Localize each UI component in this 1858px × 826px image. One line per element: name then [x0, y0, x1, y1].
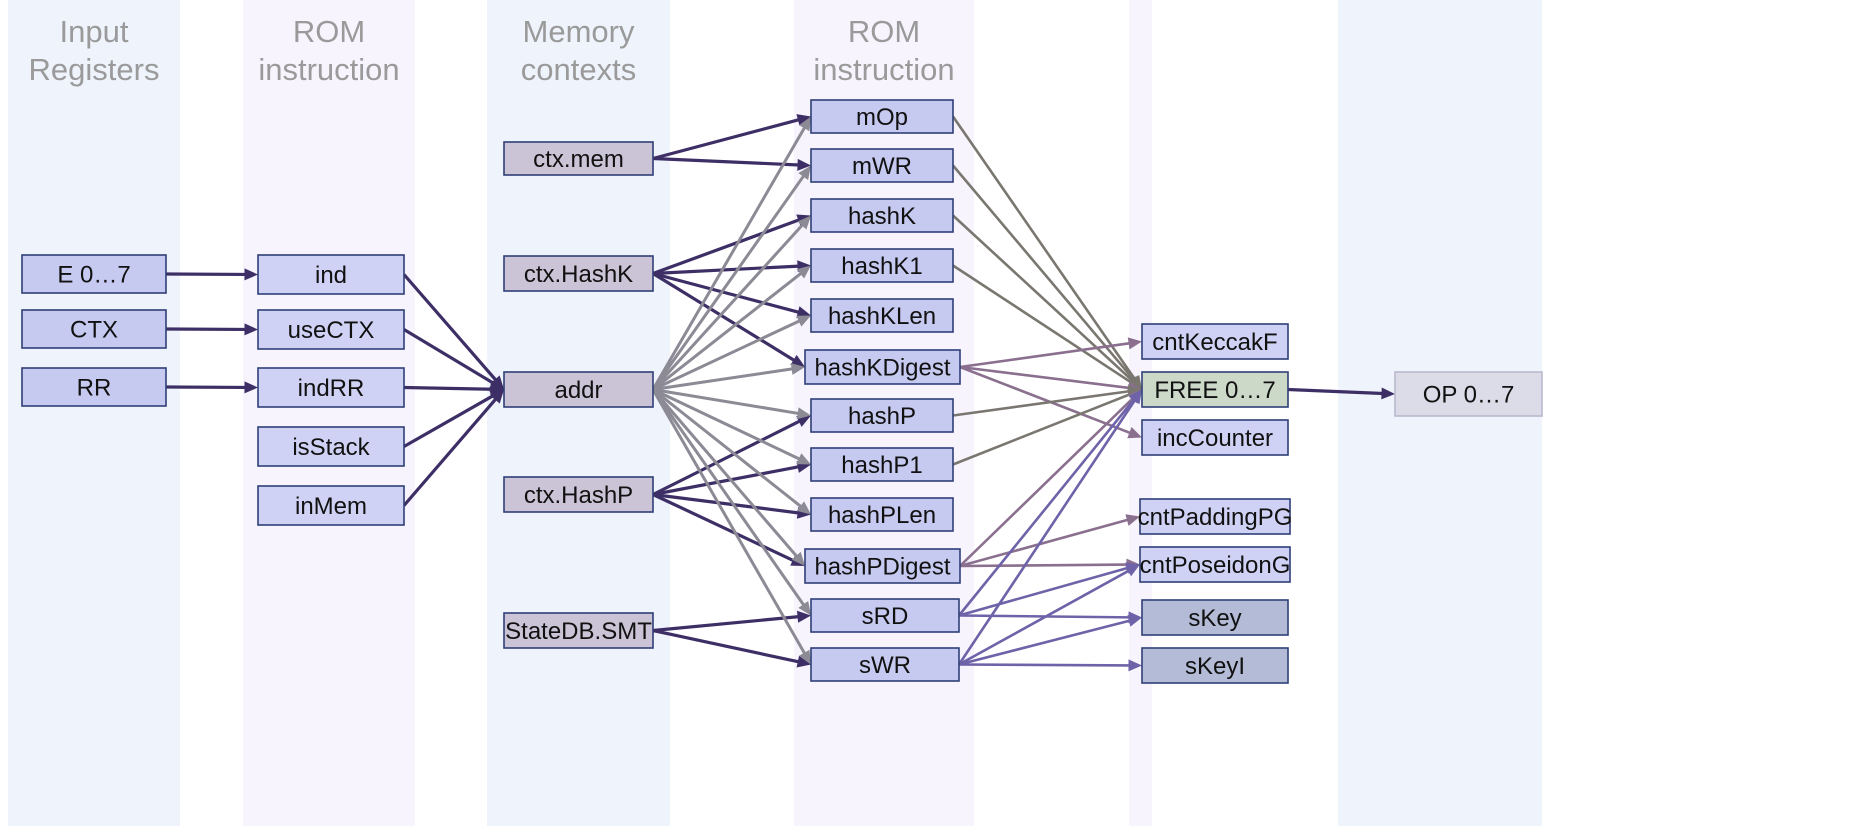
node-label-ctx: CTX [70, 317, 118, 344]
node-label-mOp: mOp [856, 104, 908, 131]
band-input-registers [8, 0, 180, 826]
node-cntKeccakF[interactable]: cntKeccakF [1141, 323, 1289, 360]
node-sWR[interactable]: sWR [810, 647, 960, 682]
signal-flow-diagram: Input RegistersROM instructionMemory contex… [8, 0, 1543, 826]
node-mWR[interactable]: mWR [810, 148, 954, 183]
node-label-sKey: sKey [1188, 605, 1241, 632]
edge-sRD-to-free07 [957, 389, 1142, 617]
node-ctx[interactable]: CTX [21, 309, 167, 349]
node-hashKLen[interactable]: hashKLen [810, 298, 954, 333]
node-incCounter[interactable]: incCounter [1141, 419, 1289, 456]
edge-ctxHashK-to-hashK1 [652, 260, 811, 276]
node-sKey[interactable]: sKey [1141, 599, 1289, 636]
node-label-indRR: indRR [298, 375, 365, 402]
node-label-op07: OP 0…7 [1423, 382, 1515, 409]
node-indRR[interactable]: indRR [257, 367, 405, 408]
node-addr[interactable]: addr [503, 371, 654, 408]
node-label-cntKeccakF: cntKeccakF [1152, 329, 1277, 356]
node-e07[interactable]: E 0…7 [21, 254, 167, 294]
edge-statedbsmt-to-sWR [652, 628, 811, 668]
node-label-hashPDigest: hashPDigest [814, 554, 950, 581]
edge-ctxHashK-to-hashK [652, 214, 811, 276]
node-cntPoseidonG[interactable]: cntPoseidonG [1139, 546, 1291, 583]
node-label-cntPaddingPG: cntPaddingPG [1138, 504, 1293, 531]
edge-hashPDigest-to-free07 [959, 389, 1142, 567]
node-label-mWR: mWR [852, 153, 912, 180]
node-op07[interactable]: OP 0…7 [1394, 371, 1543, 417]
node-label-isStack: isStack [292, 434, 370, 461]
node-mOp[interactable]: mOp [810, 99, 954, 134]
node-hashP1[interactable]: hashP1 [810, 447, 954, 482]
edge-addr-to-sRD [651, 388, 811, 616]
edge-hashPDigest-to-cntPoseidonG [959, 558, 1140, 571]
node-label-sRD: sRD [862, 603, 909, 630]
node-hashPDigest[interactable]: hashPDigest [804, 548, 961, 584]
band-memory-contexts [487, 0, 670, 826]
node-hashPLen[interactable]: hashPLen [810, 497, 954, 532]
node-useCTX[interactable]: useCTX [257, 309, 405, 350]
node-rr[interactable]: RR [21, 367, 167, 407]
node-hashK1[interactable]: hashK1 [810, 248, 954, 283]
edge-sRD-to-cntPoseidonG [958, 562, 1140, 617]
node-sRD[interactable]: sRD [810, 598, 960, 633]
node-hashP[interactable]: hashP [810, 398, 954, 433]
edge-addr-to-hashK [651, 215, 811, 391]
edge-ctxmem-to-mOp [652, 114, 811, 161]
node-label-inMem: inMem [295, 493, 367, 520]
node-label-ctxHashP: ctx.HashP [524, 482, 633, 509]
node-statedbsmt[interactable]: StateDB.SMT [503, 612, 654, 649]
edge-addr-to-hashKDigest [652, 363, 805, 391]
node-label-free07: FREE 0…7 [1154, 377, 1275, 404]
node-sKeyI[interactable]: sKeyI [1141, 647, 1289, 684]
node-label-ctxHashK: ctx.HashK [524, 261, 633, 288]
node-label-sWR: sWR [859, 652, 911, 679]
edge-ctxHashP-to-hashP1 [652, 461, 811, 497]
node-label-rr: RR [77, 375, 112, 402]
node-label-useCTX: useCTX [288, 317, 375, 344]
node-label-incCounter: incCounter [1157, 425, 1273, 452]
node-isStack[interactable]: isStack [257, 426, 405, 467]
node-label-hashP1: hashP1 [841, 452, 922, 479]
edge-sWR-to-sKeyI [958, 659, 1142, 672]
node-label-hashP: hashP [848, 403, 916, 430]
edge-mOp-to-free07 [951, 115, 1142, 390]
node-ctxmem[interactable]: ctx.mem [503, 141, 654, 176]
node-label-hashKDigest: hashKDigest [814, 355, 950, 382]
node-label-ind: ind [315, 262, 347, 289]
node-label-hashPLen: hashPLen [828, 502, 936, 529]
node-hashK[interactable]: hashK [810, 198, 954, 233]
node-label-hashK1: hashK1 [841, 253, 922, 280]
node-label-e07: E 0…7 [57, 262, 130, 289]
node-cntPaddingPG[interactable]: cntPaddingPG [1138, 498, 1293, 535]
node-ctxHashP[interactable]: ctx.HashP [503, 476, 654, 513]
node-free07[interactable]: FREE 0…7 [1141, 371, 1289, 408]
band-rom-instruction-1 [243, 0, 415, 826]
edge-ctxHashK-to-hashKLen [652, 271, 811, 318]
node-label-hashKLen: hashKLen [828, 303, 936, 330]
node-ind[interactable]: ind [257, 254, 405, 295]
edge-addr-to-hashPDigest [651, 388, 805, 566]
node-label-hashK: hashK [848, 203, 916, 230]
node-label-addr: addr [554, 377, 602, 404]
band-backgrounds [8, 0, 1542, 826]
edge-addr-to-mOp [651, 116, 811, 391]
node-label-ctxmem: ctx.mem [533, 146, 624, 173]
node-label-sKeyI: sKeyI [1185, 653, 1245, 680]
node-ctxHashK[interactable]: ctx.HashK [503, 255, 654, 292]
diagram-canvas: Input Registers ROM instruction Memory contex… [0, 0, 1858, 826]
node-label-statedbsmt: StateDB.SMT [505, 618, 652, 645]
band-right-unlabeled [1129, 0, 1152, 826]
node-hashKDigest[interactable]: hashKDigest [804, 349, 961, 385]
node-inMem[interactable]: inMem [257, 485, 405, 526]
node-label-cntPoseidonG: cntPoseidonG [1140, 552, 1291, 579]
